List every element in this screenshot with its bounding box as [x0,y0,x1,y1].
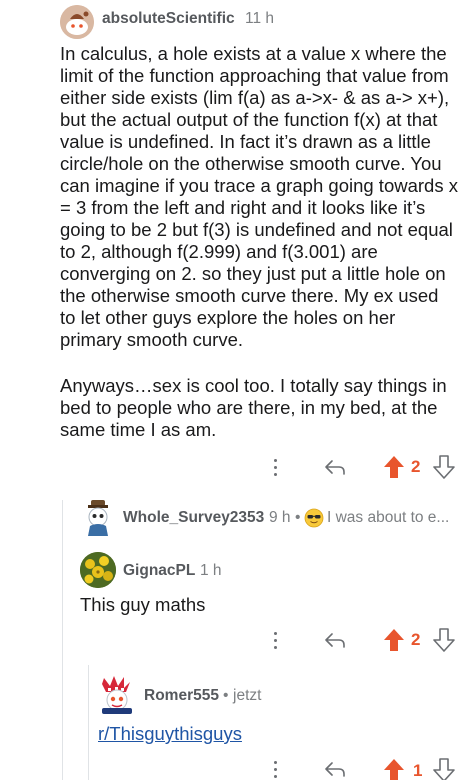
upvote-button[interactable] [382,454,406,480]
comment-username[interactable]: Romer555 [144,687,219,705]
collapsed-comment-preview[interactable]: I was about to e... [327,509,449,527]
upvote-arrow-icon [384,456,404,478]
reply-button[interactable] [320,455,350,479]
reply-button[interactable] [320,759,350,780]
avatar[interactable] [98,674,136,716]
sunglasses-emoji-icon [304,508,324,528]
vote-count: 2 [411,457,421,476]
subreddit-link[interactable]: r/Thisguythisguys [98,723,242,745]
reply-icon [325,762,345,777]
thread-line-level-1 [62,500,63,780]
upvote-button[interactable] [382,758,406,780]
snoo-avatar-icon [88,500,108,536]
thread-line-level-2 [88,665,89,780]
comment-username[interactable]: absoluteScientific [102,10,235,28]
vote-count: 2 [411,630,421,649]
upvote-button[interactable] [382,627,406,653]
comment-timestamp: 1 h [200,562,222,579]
reply-button[interactable] [320,628,350,652]
upvote-arrow-icon [384,759,404,780]
comment-username[interactable]: Whole_Survey2353 [123,509,264,527]
downvote-button[interactable] [432,758,456,780]
reply-icon [325,460,345,475]
downvote-button[interactable] [432,454,456,480]
downvote-arrow-icon [433,628,455,652]
comment-username[interactable]: GignacPL [123,562,195,580]
more-options-icon[interactable] [268,455,282,479]
avatar[interactable] [60,5,94,39]
comment-body: Anyways…sex is cool too. I totally say t… [60,375,447,440]
comment-timestamp: 9 h [269,509,291,526]
snoo-avatar-icon [60,5,94,39]
avatar[interactable] [80,552,116,588]
comment-body: In calculus, a hole exists at a value x … [60,43,458,350]
flower-avatar-icon [80,552,116,588]
vote-count: 1 [413,761,423,780]
meta-separator: • [295,509,301,526]
upvote-arrow-icon [384,629,404,651]
downvote-arrow-icon [433,758,455,780]
more-options-icon[interactable] [268,759,282,783]
comment-timestamp: 11 h [245,10,275,27]
downvote-arrow-icon [433,455,455,479]
avatar[interactable] [82,498,114,538]
downvote-button[interactable] [432,627,456,653]
meta-separator: • [223,687,229,704]
snoo-avatar-icon [102,676,132,714]
reply-icon [325,633,345,648]
comment-body: This guy maths [80,594,206,615]
comment-timestamp: jetzt [233,687,262,704]
more-options-icon[interactable] [268,628,282,652]
